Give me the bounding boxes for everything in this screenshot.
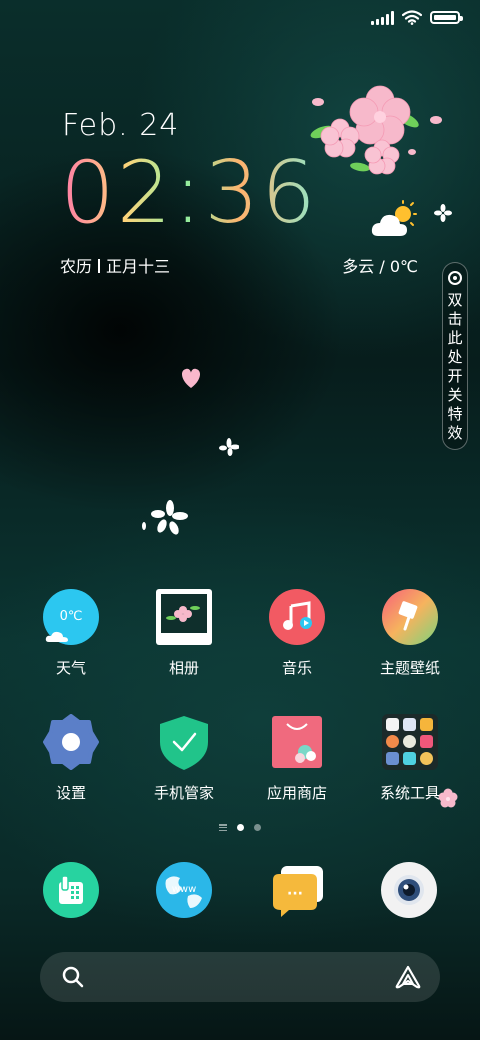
app-security[interactable]: 手机管家: [129, 714, 239, 803]
phone-icon[interactable]: [43, 862, 99, 918]
music-icon: [269, 589, 325, 645]
folder-grid: [386, 718, 433, 765]
app-store-icon: [269, 714, 325, 770]
cherry-blossom-decoration: [310, 85, 442, 175]
cloud-icon: [45, 631, 68, 642]
messages-icon[interactable]: ···: [269, 862, 325, 918]
settings-icon: [43, 714, 99, 770]
browser-icon-label: www: [171, 884, 197, 895]
gallery-icon: [156, 589, 212, 645]
app-weather[interactable]: 0℃ 天气: [16, 589, 126, 678]
app-label: 音乐: [281, 659, 312, 677]
page-dot-active[interactable]: [237, 824, 244, 831]
photo-thumbnail: [161, 594, 207, 633]
weather-text: 多云 / 0℃: [342, 257, 418, 276]
weather-icon-temp: 0℃: [59, 609, 83, 624]
effect-toggle-button[interactable]: 双击此处开关特效: [442, 262, 468, 450]
effect-toggle-label: 双击此处开关特效: [447, 291, 463, 442]
small-blossom-decoration: [434, 204, 452, 222]
gear-icon: [43, 714, 99, 770]
telephone-icon: [59, 875, 83, 904]
wifi-icon: [402, 10, 422, 25]
music-note-icon: [283, 601, 312, 630]
minus-one-screen-icon[interactable]: [219, 824, 227, 831]
search-icon[interactable]: [62, 966, 84, 988]
tools-folder-icon: [382, 714, 438, 770]
app-gallery[interactable]: 相册: [129, 589, 239, 678]
app-settings[interactable]: 设置: [16, 714, 126, 803]
signal-icon: [371, 10, 394, 25]
date-text: Feb. 24: [62, 108, 180, 143]
cloudy-sun-icon: [371, 200, 417, 236]
page-indicator[interactable]: [0, 824, 480, 831]
camera-icon[interactable]: [381, 862, 437, 918]
app-label: 主题壁纸: [379, 659, 440, 677]
app-store[interactable]: 应用商店: [242, 714, 352, 803]
battery-icon: [430, 11, 463, 24]
app-label: 相册: [168, 659, 199, 677]
lunar-date: 正月十三: [106, 257, 171, 276]
weather-icon: 0℃: [43, 589, 99, 645]
theme-icon: [382, 589, 438, 645]
assistant-icon[interactable]: [394, 965, 422, 989]
small-blossom-decoration: [219, 438, 239, 456]
white-blossom-decoration: [142, 500, 188, 535]
search-bar[interactable]: [40, 952, 440, 1002]
page-dot[interactable]: [254, 824, 261, 831]
app-theme[interactable]: 主题壁纸: [355, 589, 465, 678]
lunar-prefix: 农历: [60, 257, 93, 276]
paint-brush-icon: [398, 601, 418, 631]
toggle-dot-icon: [448, 271, 462, 285]
app-music[interactable]: 音乐: [242, 589, 352, 678]
app-label: 系统工具: [379, 784, 440, 802]
shield-icon: [160, 716, 208, 770]
security-icon: [156, 714, 212, 770]
time-display[interactable]: 02:36: [60, 150, 318, 236]
browser-icon[interactable]: www: [156, 862, 212, 918]
app-label: 手机管家: [153, 784, 214, 802]
app-label: 天气: [55, 659, 86, 677]
lens-icon: [394, 875, 424, 905]
messages-icon-dots: ···: [287, 886, 303, 902]
shopping-bag-icon: [272, 716, 322, 768]
app-folder-tools[interactable]: 系统工具: [355, 714, 465, 803]
lunar-calendar: 农历 正月十三: [60, 253, 170, 277]
app-label: 设置: [55, 784, 86, 802]
status-bar: [371, 10, 463, 25]
app-label: 应用商店: [266, 784, 327, 802]
heart-petal-decoration: [181, 368, 201, 388]
divider: [98, 259, 101, 273]
